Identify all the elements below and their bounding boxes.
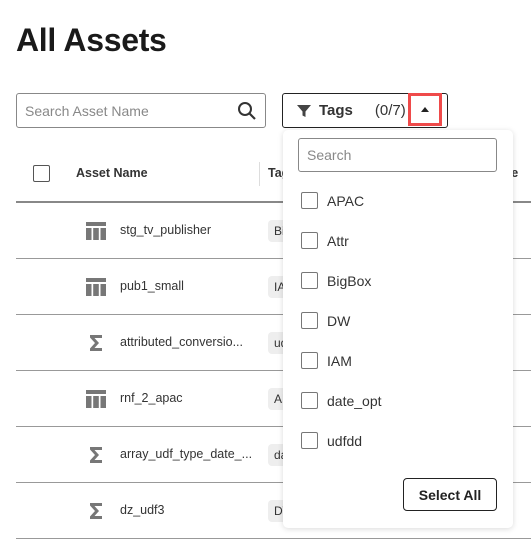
asset-name[interactable]: attributed_conversio... — [120, 335, 243, 349]
select-all-rows-checkbox[interactable] — [33, 165, 50, 182]
tag-option-checkbox[interactable] — [301, 312, 318, 329]
tag-search-input[interactable] — [307, 147, 488, 163]
tag-option[interactable]: APAC — [301, 192, 364, 209]
tag-option-label: Attr — [327, 232, 349, 249]
asset-name[interactable]: stg_tv_publisher — [120, 223, 211, 237]
tag-option-label: udfdd — [327, 432, 363, 449]
table-icon — [86, 222, 106, 240]
tags-filter-label: Tags — [319, 102, 353, 119]
column-header-asset-name[interactable]: Asset Name — [76, 166, 148, 180]
tag-option-checkbox[interactable] — [301, 192, 318, 209]
tag-option-label: APAC — [327, 192, 365, 209]
collapse-dropdown-button[interactable] — [408, 93, 442, 126]
tag-search-field[interactable] — [298, 138, 497, 172]
asset-name[interactable]: dz_udf3 — [120, 503, 164, 517]
tags-filter-count: (0/7) — [374, 102, 406, 119]
tag-option[interactable]: IAM — [301, 352, 352, 369]
tag-option-checkbox[interactable] — [301, 392, 318, 409]
tag-option[interactable]: DW — [301, 312, 350, 329]
table-icon — [86, 278, 106, 296]
table-icon — [86, 390, 106, 408]
tag-option-label: DW — [327, 312, 351, 329]
asset-name[interactable]: rnf_2_apac — [120, 391, 183, 405]
tag-option[interactable]: BigBox — [301, 272, 371, 289]
asset-search-field[interactable] — [16, 93, 266, 128]
caret-up-icon — [421, 107, 429, 112]
tag-option-checkbox[interactable] — [301, 232, 318, 249]
tags-dropdown: APAC Attr BigBox DW IAM date_optudfdd Select … — [283, 130, 513, 528]
tag-option-checkbox[interactable] — [301, 432, 318, 449]
tag-option-label: BigBox — [327, 272, 372, 289]
tag-option[interactable]: udfdd — [301, 432, 362, 449]
sigma-icon — [86, 502, 106, 520]
tag-option[interactable]: date_opt — [301, 392, 382, 409]
tag-option-checkbox[interactable] — [301, 352, 318, 369]
filter-icon — [297, 104, 311, 117]
asset-name[interactable]: pub1_small — [120, 279, 184, 293]
tag-option-checkbox[interactable] — [301, 272, 318, 289]
tag-option[interactable]: Attr — [301, 232, 349, 249]
select-all-button[interactable]: Select All — [403, 478, 497, 511]
asset-name[interactable]: array_udf_type_date_... — [120, 447, 252, 461]
column-divider — [259, 162, 260, 186]
search-input[interactable] — [25, 102, 237, 119]
page-title: All Assets — [16, 22, 167, 58]
search-icon[interactable] — [237, 101, 257, 121]
sigma-icon — [86, 446, 106, 464]
tag-option-label: IAM — [327, 352, 352, 369]
tag-option-label: date_opt — [327, 392, 382, 409]
sigma-icon — [86, 334, 106, 352]
